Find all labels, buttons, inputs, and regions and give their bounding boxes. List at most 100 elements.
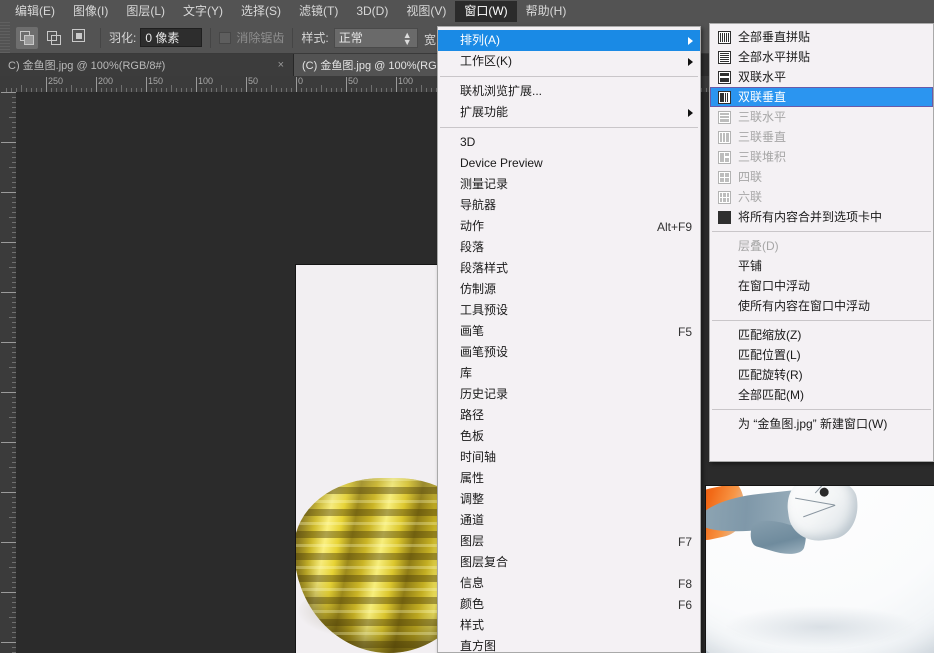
arrange-submenu-item-11[interactable]: 层叠(D) [710, 236, 933, 256]
menu-item-label: 库 [460, 363, 472, 384]
arrange-submenu-item-7[interactable]: 四联 [710, 167, 933, 187]
window-menu-item-13[interactable]: 仿制源 [438, 279, 700, 300]
arrange-submenu-item-13[interactable]: 在窗口中浮动 [710, 276, 933, 296]
arrange-submenu-item-16[interactable]: 匹配缩放(Z) [710, 325, 933, 345]
feather-input[interactable]: 0 像素 [140, 28, 202, 47]
window-menu-item-19[interactable]: 路径 [438, 405, 700, 426]
menubar-item-1[interactable]: 图像(I) [64, 1, 117, 22]
arrange-submenu-item-6[interactable]: 三联堆积 [710, 147, 933, 167]
style-select[interactable]: 正常 ▲▼ [334, 28, 418, 48]
menubar-item-5[interactable]: 滤镜(T) [290, 1, 347, 22]
options-divider-3 [292, 28, 293, 48]
window-menu-item-21[interactable]: 时间轴 [438, 447, 700, 468]
window-menu-item-27[interactable]: 信息F8 [438, 573, 700, 594]
window-menu-item-4[interactable]: 扩展功能 [438, 102, 700, 123]
menu-item-label: 扩展功能 [460, 102, 508, 123]
menu-item-label: 图层复合 [460, 552, 508, 573]
arrange-submenu-item-19[interactable]: 全部匹配(M) [710, 385, 933, 405]
antialias-label: 消除锯齿 [236, 29, 284, 46]
ruler-tick [9, 117, 16, 118]
antialias-checkbox[interactable] [219, 32, 231, 44]
window-menu-item-18[interactable]: 历史记录 [438, 384, 700, 405]
menubar-item-6[interactable]: 3D(D) [347, 1, 397, 22]
window-menu-item-0[interactable]: 排列(A) [438, 30, 700, 51]
menu-item-label: 全部垂直拼贴 [738, 27, 810, 48]
window-menu-item-9[interactable]: 导航器 [438, 195, 700, 216]
consolidate-all-icon [718, 211, 731, 224]
ruler-tick [1, 492, 16, 493]
window-menu-item-12[interactable]: 段落样式 [438, 258, 700, 279]
new-selection-button[interactable] [16, 27, 38, 49]
width-label-clip: 宽 [424, 22, 438, 54]
ruler-tick [1, 192, 16, 193]
menubar-item-7[interactable]: 视图(V) [397, 1, 455, 22]
arrange-submenu-item-0[interactable]: 全部垂直拼贴 [710, 27, 933, 47]
menu-item-label: 历史记录 [460, 384, 508, 405]
menubar-item-8[interactable]: 窗口(W) [455, 1, 516, 22]
arrange-submenu[interactable]: 全部垂直拼贴全部水平拼贴双联水平双联垂直三联水平三联垂直三联堆积四联六联将所有内… [709, 23, 934, 462]
close-icon[interactable]: × [278, 60, 284, 71]
menubar-item-4[interactable]: 选择(S) [232, 1, 290, 22]
arrange-submenu-item-21[interactable]: 为 “金鱼图.jpg” 新建窗口(W) [710, 414, 933, 434]
options-bar-grip[interactable] [0, 22, 10, 54]
menubar-item-2[interactable]: 图层(L) [117, 1, 174, 22]
arrange-submenu-item-9[interactable]: 将所有内容合并到选项卡中 [710, 207, 933, 227]
window-menu-item-23[interactable]: 调整 [438, 489, 700, 510]
arrange-submenu-item-2[interactable]: 双联水平 [710, 67, 933, 87]
window-menu-item-8[interactable]: 测量记录 [438, 174, 700, 195]
window-menu-dropdown[interactable]: 排列(A)工作区(K) 联机浏览扩展...扩展功能 3DDevice Preview… [437, 26, 701, 653]
window-menu-item-29[interactable]: 样式 [438, 615, 700, 636]
vertical-ruler [0, 92, 17, 653]
ruler-tick [9, 367, 16, 368]
ruler-tick [321, 85, 322, 92]
arrange-submenu-item-1[interactable]: 全部水平拼贴 [710, 47, 933, 67]
window-menu-item-20[interactable]: 色板 [438, 426, 700, 447]
arrange-submenu-item-3[interactable]: 双联垂直 [710, 87, 933, 107]
window-menu-item-3[interactable]: 联机浏览扩展... [438, 81, 700, 102]
window-menu-item-16[interactable]: 画笔预设 [438, 342, 700, 363]
menu-item-label: 信息 [460, 573, 484, 594]
window-menu-item-14[interactable]: 工具预设 [438, 300, 700, 321]
menu-divider [712, 320, 931, 321]
document-window-lightbulb[interactable] [296, 265, 452, 653]
window-menu-item-22[interactable]: 属性 [438, 468, 700, 489]
ruler-tick [1, 242, 16, 243]
window-menu-item-30[interactable]: 直方图 [438, 636, 700, 653]
window-menu-item-24[interactable]: 通道 [438, 510, 700, 531]
add-to-selection-button[interactable] [43, 27, 65, 49]
menu-item-label: 画笔预设 [460, 342, 508, 363]
window-menu-item-7[interactable]: Device Preview [438, 153, 700, 174]
arrange-submenu-item-4[interactable]: 三联水平 [710, 107, 933, 127]
window-menu-item-1[interactable]: 工作区(K) [438, 51, 700, 72]
document-tab-0[interactable]: C) 金鱼图.jpg @ 100%(RGB/8#)× [0, 54, 294, 76]
window-menu-item-10[interactable]: 动作Alt+F9 [438, 216, 700, 237]
window-menu-item-6[interactable]: 3D [438, 132, 700, 153]
document-window-goldfish[interactable] [706, 486, 934, 653]
ruler-tick [9, 267, 16, 268]
window-menu-item-15[interactable]: 画笔F5 [438, 321, 700, 342]
menubar-item-0[interactable]: 编辑(E) [6, 1, 64, 22]
menubar-item-3[interactable]: 文字(Y) [174, 1, 232, 22]
menu-item-label: 工作区(K) [460, 51, 512, 72]
menu-item-label: 联机浏览扩展... [460, 81, 542, 102]
ruler-label-6: 50 [348, 77, 358, 86]
menubar-item-9[interactable]: 帮助(H) [517, 1, 576, 22]
arrange-submenu-item-18[interactable]: 匹配旋转(R) [710, 365, 933, 385]
ruler-tick [246, 77, 247, 92]
arrange-submenu-item-8[interactable]: 六联 [710, 187, 933, 207]
two-up-vertical-icon [718, 91, 731, 104]
intersect-selection-button[interactable] [70, 27, 92, 49]
three-up-horizontal-icon [718, 111, 731, 124]
arrange-submenu-item-5[interactable]: 三联垂直 [710, 127, 933, 147]
ruler-tick [1, 142, 16, 143]
window-menu-item-25[interactable]: 图层F7 [438, 531, 700, 552]
menu-item-label: 时间轴 [460, 447, 496, 468]
window-menu-item-26[interactable]: 图层复合 [438, 552, 700, 573]
window-menu-item-28[interactable]: 颜色F6 [438, 594, 700, 615]
window-menu-item-11[interactable]: 段落 [438, 237, 700, 258]
ruler-tick [271, 85, 272, 92]
arrange-submenu-item-17[interactable]: 匹配位置(L) [710, 345, 933, 365]
arrange-submenu-item-12[interactable]: 平铺 [710, 256, 933, 276]
window-menu-item-17[interactable]: 库 [438, 363, 700, 384]
arrange-submenu-item-14[interactable]: 使所有内容在窗口中浮动 [710, 296, 933, 316]
